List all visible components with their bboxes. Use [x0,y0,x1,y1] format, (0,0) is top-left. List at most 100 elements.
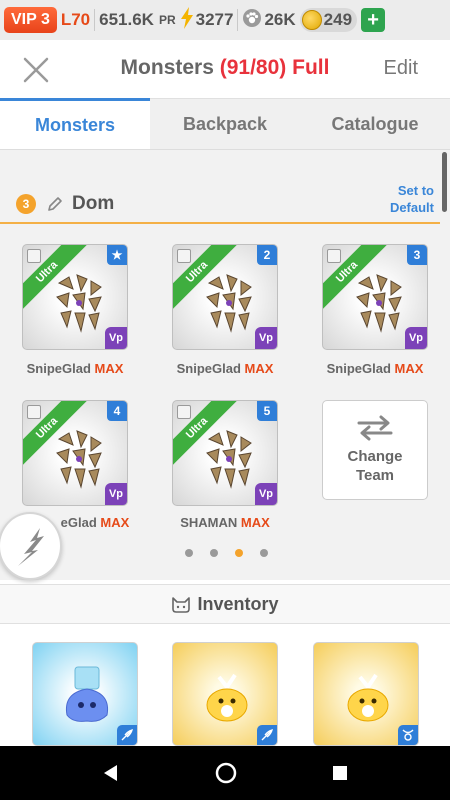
power-value: 651.6K [99,10,154,29]
energy-value: 3277 [195,10,234,29]
monster-card: Ultra 3 Vp [322,244,428,350]
monster-slot-3[interactable]: Ultra 3 Vp [322,244,428,350]
element-badge: Vp [405,327,427,349]
pencil-icon[interactable] [46,195,64,213]
slot-number-badge: 5 [257,401,277,421]
monster-card: Ultra 4 Vp [22,400,128,506]
power-suffix: PR [158,13,176,27]
cat-face-icon [172,597,191,613]
monster-slot-1[interactable]: Ultra ★ Vp [22,244,128,350]
monster-label-3: SnipeGlad MAX [310,361,440,376]
page-dot[interactable] [185,549,193,557]
swap-icon [357,415,393,441]
team-name[interactable]: Dom [72,193,114,215]
edit-button[interactable]: Edit [384,57,418,80]
slot-number-badge: 2 [257,245,277,265]
taurus-icon [402,729,414,741]
paw-stat: 26K [242,8,296,33]
element-badge [398,725,418,745]
change-team-label: Change Team [347,447,402,485]
lightning-icon [180,6,194,34]
page-dot-active[interactable] [235,549,243,557]
inventory-monster-1[interactable] [32,642,138,746]
element-badge: Vp [255,483,277,505]
gladiator-creature-icon [56,274,102,333]
team-header: 3 Dom [0,186,450,222]
energy-stat: 3277 [180,6,234,34]
monster-slot-5[interactable]: Ultra 5 Vp [172,400,278,506]
divider [94,9,96,31]
monster-card: Ultra 2 Vp [172,244,278,350]
max-tag: MAX [394,361,424,376]
coin-counter: 249 [299,8,358,32]
monster-name: eGlad [60,515,97,530]
inventory-monster-3[interactable] [313,642,419,746]
gladiator-creature-icon [206,274,252,333]
info-icon [27,405,41,419]
max-tag: MAX [94,361,124,376]
paw-icon [242,8,262,33]
player-level: L70 [60,10,91,29]
monster-name: SnipeGlad [26,361,91,376]
max-tag: MAX [240,515,270,530]
monster-count: (91/80) Full [219,56,330,79]
bird-menu-button[interactable] [0,512,62,580]
page-title: Monsters (91/80) Full [121,56,330,80]
info-icon [27,249,41,263]
back-icon[interactable] [101,763,121,783]
set-default-line1: Set to [397,183,434,198]
gladiator-creature-icon [206,430,252,489]
power-rating: 651.6K PR [99,10,176,30]
team-divider [0,222,440,224]
star-badge: ★ [107,245,127,265]
system-nav-bar [0,746,450,800]
element-badge [257,725,277,745]
tab-catalogue[interactable]: Catalogue [300,98,450,149]
max-tag: MAX [244,361,274,376]
monster-slot-4[interactable]: Ultra 4 Vp [22,400,128,506]
monster-label-1: SnipeGlad MAX [10,361,140,376]
page-indicator [185,549,268,557]
close-icon [23,57,49,83]
gladiator-creature-icon [356,274,402,333]
tab-monsters[interactable]: Monsters [0,98,150,149]
monster-name: SnipeGlad [326,361,391,376]
page-header: Monsters (91/80) Full Edit [0,40,450,96]
resource-bar: VIP 3 L70 651.6K PR 3277 26K 249 + [0,0,450,40]
monster-name: SnipeGlad [176,361,241,376]
page-dot[interactable] [260,549,268,557]
gladiator-creature-icon [56,430,102,489]
change-team-line2: Team [355,467,395,484]
coin-value: 249 [323,10,353,29]
home-icon[interactable] [214,761,238,785]
page-dot[interactable] [210,549,218,557]
add-coins-button[interactable]: + [361,8,386,32]
inventory-monster-2[interactable] [172,642,278,746]
monster-slot-2[interactable]: Ultra 2 Vp [172,244,278,350]
change-team-button[interactable]: Change Team [322,400,428,500]
set-default-button[interactable]: Set to Default [390,182,434,216]
yellow-chick-creature-icon [206,673,248,722]
info-icon [177,249,191,263]
recents-icon[interactable] [331,764,349,782]
monster-card: Ultra ★ Vp [22,244,128,350]
feather-icon [121,729,133,741]
element-badge: Vp [105,483,127,505]
info-icon [327,249,341,263]
close-button[interactable] [16,50,56,90]
slot-number-badge: 3 [407,245,427,265]
inventory-header: Inventory [0,584,450,624]
tab-backpack[interactable]: Backpack [150,98,300,149]
vip-badge[interactable]: VIP 3 [4,7,57,33]
change-team-line1: Change [347,448,403,465]
monster-label-2: SnipeGlad MAX [160,361,290,376]
slot-number-badge: 4 [107,401,127,421]
paw-value: 26K [264,10,296,29]
blue-slime-creature-icon [65,666,109,722]
info-icon [177,405,191,419]
monster-label-5: SHAMAN MAX [160,515,290,530]
hummingbird-icon [18,528,44,566]
element-badge: Vp [105,327,127,349]
monster-card: Ultra 5 Vp [172,400,278,506]
feather-icon [261,729,273,741]
